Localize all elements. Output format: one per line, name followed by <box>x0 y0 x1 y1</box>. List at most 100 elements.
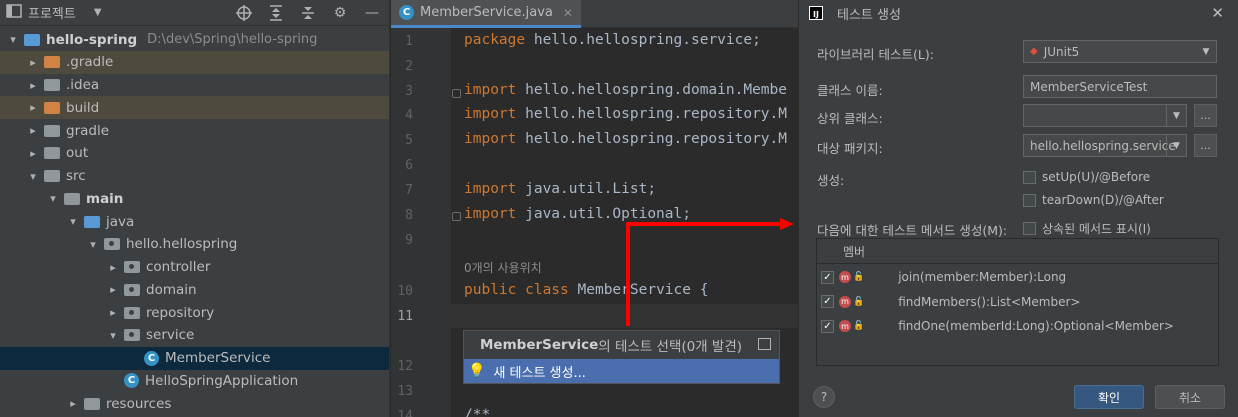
checkbox-box[interactable] <box>1023 222 1036 235</box>
pin-icon[interactable] <box>758 338 771 350</box>
code-line[interactable]: package hello.hellospring.service; <box>464 32 761 48</box>
member-row[interactable]: ✓ m 🔓 findMembers():List<Member> <box>817 290 1218 314</box>
project-panel: 프로젝트 ▼ ⚙ — ▾ hello-spring D:\dev\Spring\he… <box>0 0 390 417</box>
class-name-field[interactable]: MemberServiceTest <box>1023 75 1217 98</box>
code-keyword: import <box>464 106 526 122</box>
chevron-down-icon[interactable]: ▾ <box>86 238 100 251</box>
tree-item[interactable]: ▸ .gradle <box>0 50 389 74</box>
setup-checkbox[interactable]: setUp(U)/@Before <box>1023 170 1150 184</box>
class-icon: C <box>144 350 159 366</box>
checkbox-box[interactable]: ✓ <box>821 295 834 308</box>
tree-item[interactable]: ▾ java <box>0 210 389 233</box>
tree-item[interactable]: ▾ service <box>0 324 389 347</box>
chevron-right-icon[interactable]: ▸ <box>106 306 120 319</box>
chevron-right-icon[interactable]: ▸ <box>106 283 120 296</box>
chevron-down-icon[interactable]: ▾ <box>106 329 120 342</box>
checkbox-box[interactable] <box>1023 170 1036 184</box>
tree-item-label: domain <box>146 281 197 298</box>
chevron-down-icon[interactable]: ▼ <box>1166 105 1186 126</box>
code-line[interactable]: import java.util.List; <box>464 181 656 197</box>
fold-icon[interactable] <box>452 89 461 98</box>
ok-button[interactable]: 확인 <box>1074 385 1144 409</box>
package-icon <box>124 261 140 273</box>
tree-item[interactable]: ▸ gradle <box>0 119 389 142</box>
editor-tab[interactable]: C MemberService.java ✕ <box>391 0 581 28</box>
editor-tabbar: C MemberService.java ✕ <box>391 0 799 28</box>
tree-item-label: MemberService <box>165 350 271 366</box>
line-number: 13 <box>397 384 413 399</box>
tree-item[interactable]: C HelloSpringApplication <box>0 369 389 392</box>
line-number: 6 <box>405 158 413 173</box>
chevron-right-icon[interactable]: ▸ <box>26 79 40 92</box>
tree-item[interactable]: ▾ hello-spring D:\dev\Spring\hello-spring <box>0 28 389 51</box>
chevron-down-icon[interactable]: ▾ <box>6 33 20 46</box>
create-new-test-label: 새 테스트 생성... <box>493 365 586 381</box>
chevron-right-icon[interactable]: ▸ <box>26 101 40 114</box>
hide-panel-icon[interactable]: — <box>363 4 381 22</box>
dialog-titlebar: IJ 테스트 생성 <box>799 0 1238 26</box>
project-view-icon <box>6 3 22 22</box>
teardown-checkbox[interactable]: tearDown(D)/@After <box>1023 193 1164 207</box>
method-icon: m <box>839 295 851 308</box>
checkbox-box[interactable]: ✓ <box>821 319 834 333</box>
close-icon[interactable]: ✕ <box>563 6 573 20</box>
chevron-down-icon[interactable]: ▾ <box>26 170 40 183</box>
chevron-down-icon[interactable]: ▾ <box>46 192 60 205</box>
member-row[interactable]: ✓ m 🔓 join(member:Member):Long <box>817 265 1218 289</box>
tree-item[interactable]: ▸ build <box>0 96 389 120</box>
code-line[interactable]: import hello.hellospring.repository.M <box>464 131 787 147</box>
create-new-test-item[interactable]: 💡 새 테스트 생성... <box>464 359 779 383</box>
superclass-browse-button[interactable]: ... <box>1194 104 1217 127</box>
chevron-right-icon[interactable]: ▸ <box>26 56 40 69</box>
fold-icon[interactable] <box>452 212 461 221</box>
cancel-button[interactable]: 취소 <box>1155 385 1225 409</box>
tree-item[interactable]: ▸ controller <box>0 256 389 279</box>
code-line[interactable]: import hello.hellospring.domain.Membe <box>464 82 787 98</box>
close-icon[interactable]: ✕ <box>1211 4 1224 22</box>
package-value: hello.hellospring.service <box>1030 138 1176 153</box>
usage-hint[interactable]: 0개의 사용위치 <box>464 259 542 276</box>
help-button[interactable]: ? <box>813 386 835 408</box>
collapse-all-icon[interactable] <box>299 4 317 22</box>
superclass-select[interactable]: ▼ <box>1023 104 1187 127</box>
locate-icon[interactable] <box>235 4 253 22</box>
chevron-down-icon[interactable]: ▼ <box>1196 41 1216 62</box>
tree-item[interactable]: ▾ main <box>0 187 389 210</box>
chevron-down-icon[interactable]: ▾ <box>66 215 80 228</box>
tree-item[interactable]: ▾ hello.hellospring <box>0 233 389 256</box>
package-browse-button[interactable]: ... <box>1194 134 1217 157</box>
line-number: 2 <box>405 59 413 74</box>
chevron-right-icon[interactable]: ▸ <box>26 147 40 160</box>
chevron-right-icon[interactable]: ▸ <box>106 261 120 274</box>
folder-icon <box>44 124 60 137</box>
line-number: 8 <box>405 208 413 223</box>
chevron-down-icon[interactable]: ▼ <box>94 7 102 18</box>
tree-item[interactable]: ▾ src <box>0 165 389 188</box>
checkbox-box[interactable] <box>1023 193 1036 207</box>
project-panel-title[interactable]: 프로젝트 <box>28 3 76 22</box>
code-line[interactable]: import hello.hellospring.repository.M <box>464 106 787 122</box>
code-text: hello.hellospring.repository.M <box>525 131 788 147</box>
tree-item[interactable]: ▸ repository <box>0 301 389 324</box>
package-select[interactable]: hello.hellospring.service ▼ <box>1023 134 1187 157</box>
tree-item[interactable]: ▸ out <box>0 142 389 165</box>
folder-icon <box>84 397 100 410</box>
chevron-down-icon[interactable]: ▼ <box>1166 135 1186 156</box>
folder-icon <box>44 170 60 182</box>
code-keyword: package <box>464 32 534 48</box>
chevron-right-icon[interactable]: ▸ <box>66 397 80 410</box>
library-select[interactable]: ◆ JUnit5 ▼ <box>1023 40 1217 63</box>
checkbox-box[interactable]: ✓ <box>821 270 834 284</box>
chevron-right-icon[interactable]: ▸ <box>26 124 40 137</box>
tree-item[interactable]: ▸ .idea <box>0 74 389 97</box>
expand-all-icon[interactable] <box>267 4 285 22</box>
show-inherited-checkbox[interactable]: 상속된 메서드 표시(I) <box>1023 220 1151 237</box>
tree-item[interactable]: ▸ domain <box>0 278 389 301</box>
code-line[interactable]: /** <box>464 407 490 417</box>
tree-item[interactable]: C MemberService <box>0 346 389 370</box>
tree-item[interactable]: ▸ resources <box>0 392 389 415</box>
member-row[interactable]: ✓ m 🔓 findOne(memberId:Long):Optional<Membe… <box>817 314 1218 338</box>
code-text: hello.hellospring.repository.M <box>525 106 788 122</box>
gear-icon[interactable]: ⚙ <box>331 4 349 22</box>
folder-icon <box>44 101 60 114</box>
